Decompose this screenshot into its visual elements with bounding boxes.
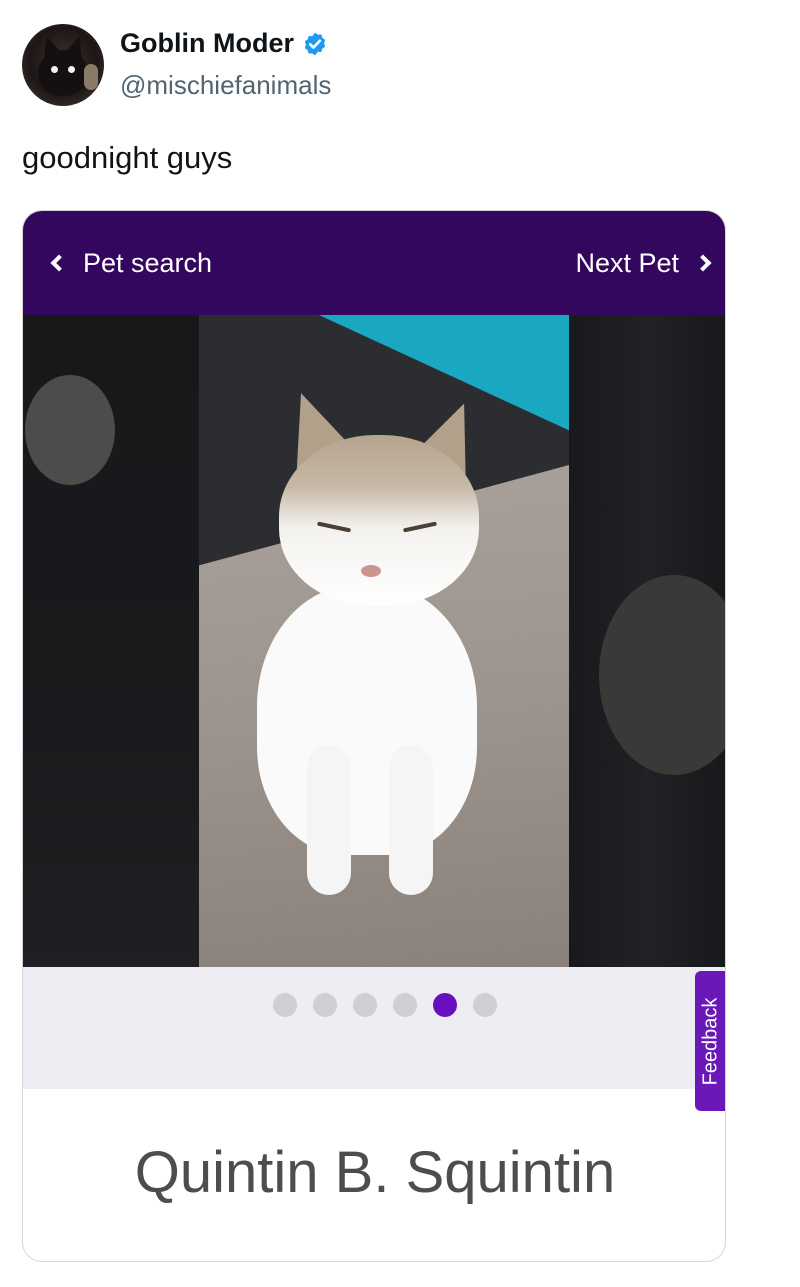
carousel-dot[interactable] bbox=[473, 993, 497, 1017]
pet-name: Quintin B. Squintin bbox=[134, 1140, 616, 1205]
carousel-dots bbox=[273, 993, 497, 1017]
next-pet-button[interactable]: Next Pet bbox=[575, 247, 712, 279]
cat-nose bbox=[361, 565, 381, 577]
chevron-right-icon bbox=[694, 254, 712, 272]
pet-nav-bar: Pet search Next Pet bbox=[23, 211, 725, 315]
cat-head bbox=[279, 435, 479, 605]
avatar[interactable] bbox=[22, 24, 104, 106]
avatar-cat-paw bbox=[84, 64, 98, 90]
cat-leg bbox=[307, 745, 351, 895]
cat-photo bbox=[199, 315, 569, 967]
previous-photo-cat bbox=[25, 375, 115, 485]
next-pet-label: Next Pet bbox=[575, 247, 679, 278]
previous-photo-preview[interactable] bbox=[23, 315, 199, 967]
tweet-text: goodnight guys bbox=[22, 140, 233, 175]
media-card[interactable]: Pet search Next Pet Feedback Quintin B. … bbox=[22, 210, 726, 1262]
pet-search-label: Pet search bbox=[83, 247, 213, 278]
avatar-cat-eye bbox=[68, 66, 75, 73]
chevron-left-icon bbox=[50, 254, 68, 272]
cat-body bbox=[257, 585, 477, 855]
next-photo-preview[interactable] bbox=[569, 315, 725, 967]
carousel-dot[interactable] bbox=[313, 993, 337, 1017]
carousel-dot[interactable] bbox=[353, 993, 377, 1017]
carousel-indicator-bar bbox=[23, 967, 725, 1089]
display-name[interactable]: Goblin Moder bbox=[120, 28, 294, 59]
carousel-dot[interactable] bbox=[273, 993, 297, 1017]
feedback-label: Feedback bbox=[699, 997, 722, 1085]
verified-badge-icon bbox=[304, 32, 326, 55]
photo-carousel[interactable] bbox=[23, 315, 725, 967]
feedback-tab[interactable]: Feedback bbox=[695, 971, 725, 1111]
avatar-cat-head bbox=[38, 50, 88, 96]
user-handle[interactable]: @mischiefanimals bbox=[120, 70, 331, 101]
pet-search-back-button[interactable]: Pet search bbox=[50, 247, 213, 279]
carousel-dot[interactable] bbox=[393, 993, 417, 1017]
next-photo-cat bbox=[599, 575, 725, 775]
carousel-dot-active[interactable] bbox=[433, 993, 457, 1017]
cat-leg bbox=[389, 745, 433, 895]
avatar-cat-eye bbox=[51, 66, 58, 73]
name-row: Goblin Moder bbox=[120, 28, 328, 59]
